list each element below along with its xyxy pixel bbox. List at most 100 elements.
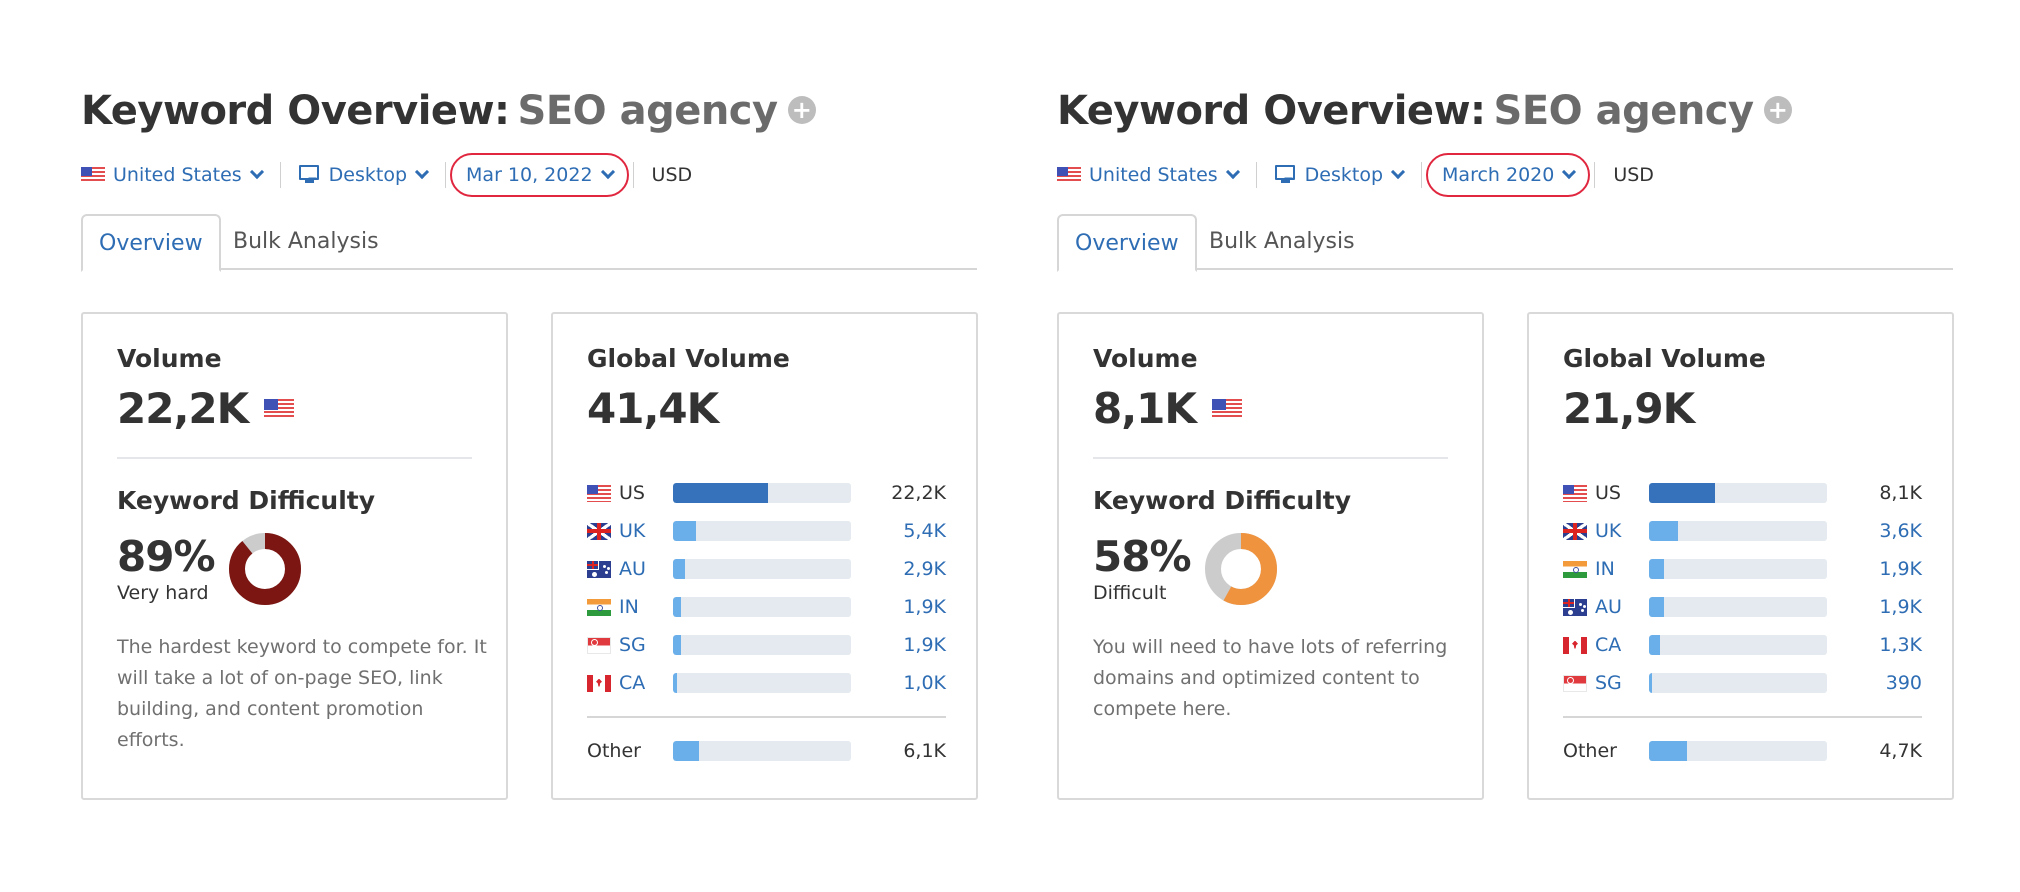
country-code[interactable]: SG: [619, 634, 675, 656]
keyword-difficulty-level: Difficult: [1093, 582, 1167, 604]
divider: [1093, 457, 1448, 459]
tab-bulk-analysis[interactable]: Bulk Analysis: [217, 214, 395, 270]
keyword-overview-panel-2022: Keyword Overview: SEO agency + United Stat…: [81, 0, 978, 892]
chevron-down-icon: [600, 164, 615, 180]
country-code[interactable]: CA: [619, 672, 675, 694]
country-code[interactable]: AU: [1595, 596, 1651, 618]
country-volume-row-other: Other 6,1K: [587, 732, 946, 770]
global-volume-label: Global Volume: [587, 344, 790, 373]
country-volume-row-sg: SG 390: [1563, 664, 1922, 702]
volume-share-fill: [673, 521, 697, 541]
volume-label: Volume: [1093, 344, 1198, 373]
volume-share-fill: [1649, 559, 1665, 579]
keyword-title: SEO agency: [1493, 88, 1755, 134]
country-code[interactable]: AU: [619, 558, 675, 580]
global-volume-total: 21,9K: [1563, 384, 1695, 433]
currency-label: USD: [1613, 164, 1654, 186]
volume-share-bar: [1649, 635, 1827, 655]
country-dropdown[interactable]: United States: [1057, 164, 1240, 186]
divider: [632, 162, 634, 188]
volume-number: 22,2K: [117, 384, 249, 433]
tab-overview[interactable]: Overview: [1057, 214, 1197, 272]
volume-share-bar: [673, 483, 851, 503]
ca-flag-icon: [587, 674, 611, 692]
chevron-down-icon: [414, 164, 430, 180]
keyword-difficulty-description: You will need to have lots of referring …: [1093, 636, 1448, 720]
chevron-down-icon: [1225, 164, 1240, 180]
global-volume-label: Global Volume: [1563, 344, 1766, 373]
page-title: Keyword Overview: SEO agency +: [81, 88, 816, 134]
device-dropdown[interactable]: Desktop: [1274, 164, 1406, 186]
country-volume-value[interactable]: 1,9K: [1879, 558, 1922, 580]
global-volume-total: 41,4K: [587, 384, 719, 433]
volume-share-bar: [1649, 597, 1827, 617]
volume-value: 8,1K: [1093, 384, 1250, 433]
title-prefix: Keyword Overview:: [81, 88, 510, 134]
volume-share-bar: [673, 635, 851, 655]
keyword-difficulty-label: Keyword Difficulty: [117, 486, 376, 515]
date-dropdown[interactable]: March 2020: [1426, 153, 1591, 197]
country-code[interactable]: SG: [1595, 672, 1651, 694]
tab-bulk-analysis[interactable]: Bulk Analysis: [1193, 214, 1371, 270]
country-volume-value[interactable]: 1,3K: [1879, 634, 1922, 656]
volume-share-fill: [673, 635, 682, 655]
volume-share-bar: [1649, 741, 1827, 761]
divider: [1255, 162, 1257, 188]
volume-share-fill: [673, 483, 769, 503]
plus-circle-icon[interactable]: +: [787, 96, 816, 124]
volume-share-bar: [1649, 559, 1827, 579]
tab-overview[interactable]: Overview: [81, 214, 221, 272]
volume-share-fill: [673, 673, 678, 693]
keyword-difficulty-percent: 58%: [1093, 532, 1192, 581]
country-volume-row-au: AU 2,9K: [587, 550, 946, 588]
chevron-down-icon: [1562, 164, 1577, 180]
tab-bar: Overview Bulk Analysis: [1057, 214, 1953, 272]
country-code: US: [619, 482, 645, 504]
country-code[interactable]: UK: [1595, 520, 1651, 542]
other-volume-value: 6,1K: [903, 740, 946, 762]
keyword-difficulty-percent: 89%: [117, 532, 216, 581]
country-code[interactable]: CA: [1595, 634, 1651, 656]
country-volume-row-ca: CA 1,0K: [587, 664, 946, 702]
currency-label: USD: [651, 164, 693, 186]
country-code[interactable]: IN: [619, 596, 675, 618]
country-volume-row-uk: UK 5,4K: [587, 512, 946, 550]
country-volume-value[interactable]: 5,4K: [903, 520, 946, 542]
au-flag-icon: [587, 560, 611, 578]
country-volume-value[interactable]: 1,9K: [903, 634, 946, 656]
volume-share-fill: [673, 741, 700, 761]
chevron-down-icon: [249, 164, 264, 180]
device-dropdown[interactable]: Desktop: [298, 164, 430, 186]
country-dropdown[interactable]: United States: [81, 164, 264, 186]
volume-card: Volume 22,2K Keyword Difficulty 89% Very…: [81, 312, 508, 800]
other-volume-value: 4,7K: [1879, 740, 1922, 762]
country-label: United States: [113, 164, 242, 186]
volume-share-bar: [1649, 673, 1827, 693]
country-volume-value[interactable]: 1,9K: [1879, 596, 1922, 618]
divider: [117, 457, 472, 459]
plus-circle-icon[interactable]: +: [1763, 96, 1792, 124]
us-flag-icon: [1563, 484, 1587, 502]
country-volume-value[interactable]: 3,6K: [1879, 520, 1922, 542]
volume-share-fill: [673, 559, 686, 579]
au-flag-icon: [1563, 598, 1587, 616]
country-volume-value[interactable]: 1,0K: [903, 672, 946, 694]
device-label: Desktop: [328, 164, 408, 186]
divider: [445, 162, 447, 188]
tab-bar: Overview Bulk Analysis: [81, 214, 977, 272]
country-code[interactable]: UK: [619, 520, 675, 542]
country-volume-value: 8,1K: [1879, 482, 1922, 504]
country-volume-row-us: US 22,2K: [587, 474, 946, 512]
volume-share-fill: [1649, 597, 1665, 617]
divider: [587, 716, 946, 718]
country-volume-value[interactable]: 390: [1886, 672, 1922, 694]
date-dropdown[interactable]: Mar 10, 2022: [450, 153, 629, 197]
volume-share-bar: [673, 597, 851, 617]
country-volume-value[interactable]: 2,9K: [903, 558, 946, 580]
volume-share-bar: [673, 559, 851, 579]
divider: [279, 162, 281, 188]
global-volume-card: Global Volume 41,4K US 22,2K UK 5,4K AU 2,9K I…: [551, 312, 978, 800]
country-volume-value[interactable]: 1,9K: [903, 596, 946, 618]
in-flag-icon: [1563, 560, 1587, 578]
country-code[interactable]: IN: [1595, 558, 1651, 580]
